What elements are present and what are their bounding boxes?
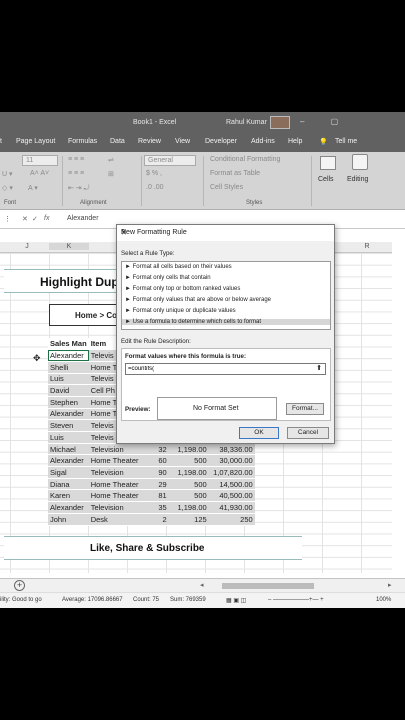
column-k[interactable]: K — [49, 243, 89, 250]
formula-field[interactable]: ⬆ — [125, 363, 326, 375]
rule-type-item[interactable]: ► Format only cells that contain — [125, 275, 211, 281]
tab-developer[interactable]: Developer — [205, 138, 237, 145]
formula-label: Format values where this formula is true… — [125, 353, 247, 360]
tab-view[interactable]: View — [175, 138, 190, 145]
tab-insert[interactable]: t — [0, 138, 2, 145]
format-button[interactable]: Format... — [286, 403, 324, 415]
enter-icon[interactable]: ✓ — [32, 215, 38, 223]
table-row: Karen Home Theater 81 500 40,500.00 — [48, 489, 255, 503]
rule-type-item[interactable]: ► Format only top or bottom ranked value… — [125, 286, 240, 292]
tab-page-layout[interactable]: Page Layout — [16, 138, 55, 145]
rule-type-list: ► Format all cells based on their values… — [121, 261, 331, 330]
sheet-tab-bar: + ◂ ▸ — [0, 578, 405, 592]
name-box-chevron-icon[interactable]: ⋮ — [4, 215, 11, 223]
number-format-select[interactable]: General — [144, 155, 196, 166]
preview-label: Preview: — [125, 406, 151, 413]
zoom-level[interactable]: 100% — [376, 597, 391, 603]
column-j[interactable]: J — [22, 243, 32, 250]
currency-icon[interactable]: $ % , — [146, 170, 162, 177]
add-sheet-button[interactable]: + — [14, 580, 25, 591]
tab-formulas[interactable]: Formulas — [68, 138, 97, 145]
scroll-right-icon[interactable]: ▸ — [388, 581, 392, 589]
group-styles: Styles — [246, 200, 263, 206]
user-name[interactable]: Rahul Kumar — [226, 119, 267, 126]
excel-window: Book1 - Excel Rahul Kumar – ▢ t Page Lay… — [0, 112, 405, 608]
decimal-icon[interactable]: .0 .00 — [146, 184, 164, 191]
table-row: John Desk 2 125 250 — [48, 513, 255, 526]
new-formatting-rule-dialog: New Formatting Rule ? ✕ Select a Rule Ty… — [116, 224, 335, 444]
zoom-slider[interactable]: – ——————+— + — [268, 597, 324, 603]
ribbon-tabs: t Page Layout Formulas Data Review View … — [0, 138, 405, 150]
cell-styles-button[interactable]: Cell Styles — [210, 184, 243, 191]
format-as-table-button[interactable]: Format as Table — [210, 170, 260, 177]
align-left-icon[interactable]: ≡ ≡ ≡ — [68, 170, 84, 177]
group-alignment: Alignment — [80, 200, 107, 206]
fill-color-icon[interactable]: ◇ ▾ — [2, 184, 13, 192]
edit-rule-label: Edit the Rule Description: — [121, 338, 191, 345]
conditional-formatting-button[interactable]: Conditional Formatting — [210, 156, 280, 163]
cancel-icon[interactable]: ✕ — [22, 215, 28, 223]
view-mode-icons[interactable]: ▦ ▣ ◫ — [226, 597, 246, 604]
table-row: Michael Television 32 1,198.00 38,336.00 — [48, 443, 255, 456]
table-row: Alexander Television 35 1,198.00 41,930.00 — [48, 501, 255, 514]
window-title: Book1 - Excel — [133, 119, 177, 126]
ok-button[interactable]: OK — [239, 427, 279, 439]
rule-type-item[interactable]: ► Format only values that are above or b… — [125, 297, 271, 303]
underline-icon[interactable]: U ▾ — [2, 170, 13, 178]
wrap-text-icon[interactable]: ⇌ — [108, 156, 114, 164]
font-size-select[interactable]: 11 — [22, 155, 58, 166]
rule-type-item[interactable]: ► Format all cells based on their values — [125, 264, 232, 270]
select-rule-type-label: Select a Rule Type: — [121, 250, 175, 257]
dialog-title: New Formatting Rule — [121, 229, 187, 236]
align-top-icon[interactable]: ≡ ≡ ≡ — [68, 156, 84, 163]
preview-box: No Format Set — [157, 397, 277, 420]
merge-icon[interactable]: ⊞ — [108, 170, 114, 178]
rule-type-item-selected[interactable]: ► Use a formula to determine which cells… — [122, 319, 330, 325]
font-color-icon[interactable]: A ▾ — [28, 184, 38, 192]
tell-me[interactable]: Tell me — [335, 138, 357, 145]
scroll-left-icon[interactable]: ◂ — [200, 581, 204, 589]
selected-cell[interactable]: Alexander — [48, 349, 89, 362]
header-sales-man[interactable]: Sales Man — [48, 338, 89, 350]
tab-add-ins[interactable]: Add-ins — [251, 138, 275, 145]
title-bar: Book1 - Excel Rahul Kumar – ▢ t Page Lay… — [0, 112, 405, 152]
accessibility-status[interactable]: ility: Good to go — [0, 597, 42, 603]
ribbon: 11 U ▾ A˄ A˅ ◇ ▾ A ▾ Font ≡ ≡ ≡ ≡ ≡ ≡ ⇤ … — [0, 152, 405, 210]
footer-banner: Like, Share & Subscribe — [4, 536, 302, 560]
status-sum: Sum: 769359 — [170, 597, 206, 603]
cells-button[interactable]: Cells — [318, 176, 334, 183]
lightbulb-icon: 💡 — [319, 139, 328, 146]
table-row: Sigal Television 90 1,198.00 1,07,820.00 — [48, 466, 255, 479]
rule-description-panel: Format values where this formula is true… — [121, 348, 331, 421]
editing-button[interactable]: Editing — [347, 176, 368, 183]
cursor-icon: ✥ — [33, 353, 41, 363]
rule-type-item[interactable]: ► Format only unique or duplicate values — [125, 308, 236, 314]
cells-icon[interactable] — [320, 156, 336, 170]
indent-icon[interactable]: ⇤ ⇥ ⤾ — [68, 184, 89, 193]
window-controls[interactable]: – ▢ — [300, 117, 350, 126]
status-average: Average: 17096.86667 — [62, 597, 123, 603]
preview-text: No Format Set — [193, 405, 239, 412]
avatar[interactable] — [270, 116, 290, 129]
font-grow-icon[interactable]: A˄ A˅ — [30, 170, 49, 177]
column-r[interactable]: R — [360, 243, 374, 250]
formula-input[interactable]: Alexander — [67, 215, 99, 222]
formula-input-field[interactable] — [126, 364, 306, 374]
tab-review[interactable]: Review — [138, 138, 161, 145]
group-font: Font — [4, 200, 17, 206]
search-icon[interactable] — [352, 154, 368, 170]
table-row: Diana Home Theater 29 500 14,500.00 — [48, 478, 255, 491]
table-row: Alexander Home Theater 60 500 30,000.00 — [48, 454, 255, 468]
collapse-range-icon[interactable]: ⬆ — [314, 365, 324, 373]
horizontal-scrollbar[interactable] — [222, 583, 314, 589]
insert-function-icon[interactable]: fx — [44, 215, 49, 222]
close-icon[interactable]: ✕ — [121, 229, 127, 237]
tab-help[interactable]: Help — [288, 138, 302, 145]
status-bar: ility: Good to go Average: 17096.86667 C… — [0, 592, 405, 608]
tab-data[interactable]: Data — [110, 138, 125, 145]
dialog-title-bar: New Formatting Rule ? ✕ — [117, 225, 334, 241]
status-count: Count: 75 — [133, 597, 160, 603]
cancel-button[interactable]: Cancel — [287, 427, 329, 439]
